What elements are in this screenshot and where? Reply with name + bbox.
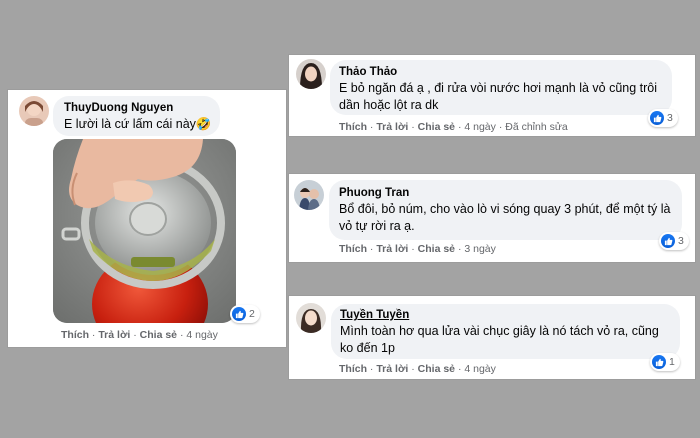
separator: ·	[411, 243, 415, 255]
comment-text: Mình toàn hơ qua lửa vài chục giây là nó…	[340, 324, 659, 355]
comment-photo[interactable]	[53, 139, 236, 323]
reaction-count[interactable]: 1	[650, 353, 680, 371]
comment-card-thaothao: Thảo Thảo E bỏ ngăn đá ạ , đi rửa vòi nư…	[289, 55, 695, 136]
separator: ·	[179, 329, 184, 341]
commenter-name[interactable]: Thảo Thảo	[339, 66, 397, 78]
like-link[interactable]: Thích	[339, 243, 367, 255]
reaction-count[interactable]: 3	[659, 232, 689, 250]
comment-actions: Thích · Trả lời · Chia sẻ · 4 ngày	[339, 363, 496, 375]
separator: ·	[457, 363, 462, 375]
comment-actions: Thích · Trả lời · Chia sẻ · 4 ngày	[61, 329, 218, 341]
commenter-name[interactable]: ThuyDuong Nguyen	[64, 102, 173, 114]
like-link[interactable]: Thích	[61, 329, 89, 341]
reply-link[interactable]: Trả lời	[376, 121, 408, 133]
like-link[interactable]: Thích	[339, 121, 367, 133]
comment-card-phuongtran: Phuong Tran Bổ đôi, bỏ núm, cho vào lò v…	[289, 174, 695, 262]
commenter-name[interactable]: Phuong Tran	[339, 187, 409, 199]
separator: ·	[411, 121, 415, 133]
separator: ·	[133, 329, 137, 341]
peeler-tomato-photo	[53, 139, 236, 323]
reaction-number: 3	[667, 112, 673, 124]
reply-link[interactable]: Trả lời	[376, 363, 408, 375]
like-reaction-icon	[652, 355, 666, 369]
comment-text: E lười là cứ lấm cái này🤣	[64, 117, 212, 131]
comment-card-thuyduong: ThuyDuong Nguyen E lười là cứ lấm cái nà…	[8, 90, 286, 347]
edited-label[interactable]: Đã chỉnh sửa	[505, 121, 567, 133]
reaction-count[interactable]: 2	[230, 305, 260, 323]
avatar[interactable]	[296, 303, 326, 333]
share-link[interactable]: Chia sẻ	[418, 121, 455, 133]
comment-text: E bỏ ngăn đá ạ , đi rửa vòi nước hơi mạn…	[339, 81, 658, 112]
reaction-number: 2	[249, 308, 255, 320]
timestamp[interactable]: 4 ngày	[186, 329, 218, 341]
separator: ·	[411, 363, 415, 375]
reaction-count[interactable]: 3	[648, 109, 678, 127]
share-link[interactable]: Chia sẻ	[418, 363, 455, 375]
share-link[interactable]: Chia sẻ	[140, 329, 177, 341]
comment-actions: Thích · Trả lời · Chia sẻ · 4 ngày · Đã …	[339, 121, 568, 133]
separator: ·	[91, 329, 96, 341]
separator: ·	[369, 121, 374, 133]
comment-card-tuyentuyen: Tuyền Tuyền Mình toàn hơ qua lửa vài chụ…	[289, 296, 695, 379]
comment-text: Bổ đôi, bỏ núm, cho vào lò vi sóng quay …	[339, 202, 671, 233]
timestamp[interactable]: 3 ngày	[464, 243, 496, 255]
separator: ·	[369, 243, 374, 255]
avatar[interactable]	[19, 96, 49, 126]
timestamp[interactable]: 4 ngày	[464, 121, 496, 133]
reply-link[interactable]: Trả lời	[98, 329, 130, 341]
like-link[interactable]: Thích	[339, 363, 367, 375]
separator: ·	[457, 121, 462, 133]
timestamp[interactable]: 4 ngày	[464, 363, 496, 375]
like-reaction-icon	[650, 111, 664, 125]
avatar[interactable]	[294, 180, 324, 210]
reaction-number: 1	[669, 356, 675, 368]
share-link[interactable]: Chia sẻ	[418, 243, 455, 255]
like-reaction-icon	[661, 234, 675, 248]
commenter-name[interactable]: Tuyền Tuyền	[340, 309, 409, 321]
comment-actions: Thích · Trả lời · Chia sẻ · 3 ngày	[339, 243, 496, 255]
avatar[interactable]	[296, 59, 326, 89]
separator: ·	[369, 363, 374, 375]
separator: ·	[498, 121, 503, 133]
separator: ·	[457, 243, 462, 255]
reply-link[interactable]: Trả lời	[376, 243, 408, 255]
like-reaction-icon	[232, 307, 246, 321]
reaction-number: 3	[678, 235, 684, 247]
